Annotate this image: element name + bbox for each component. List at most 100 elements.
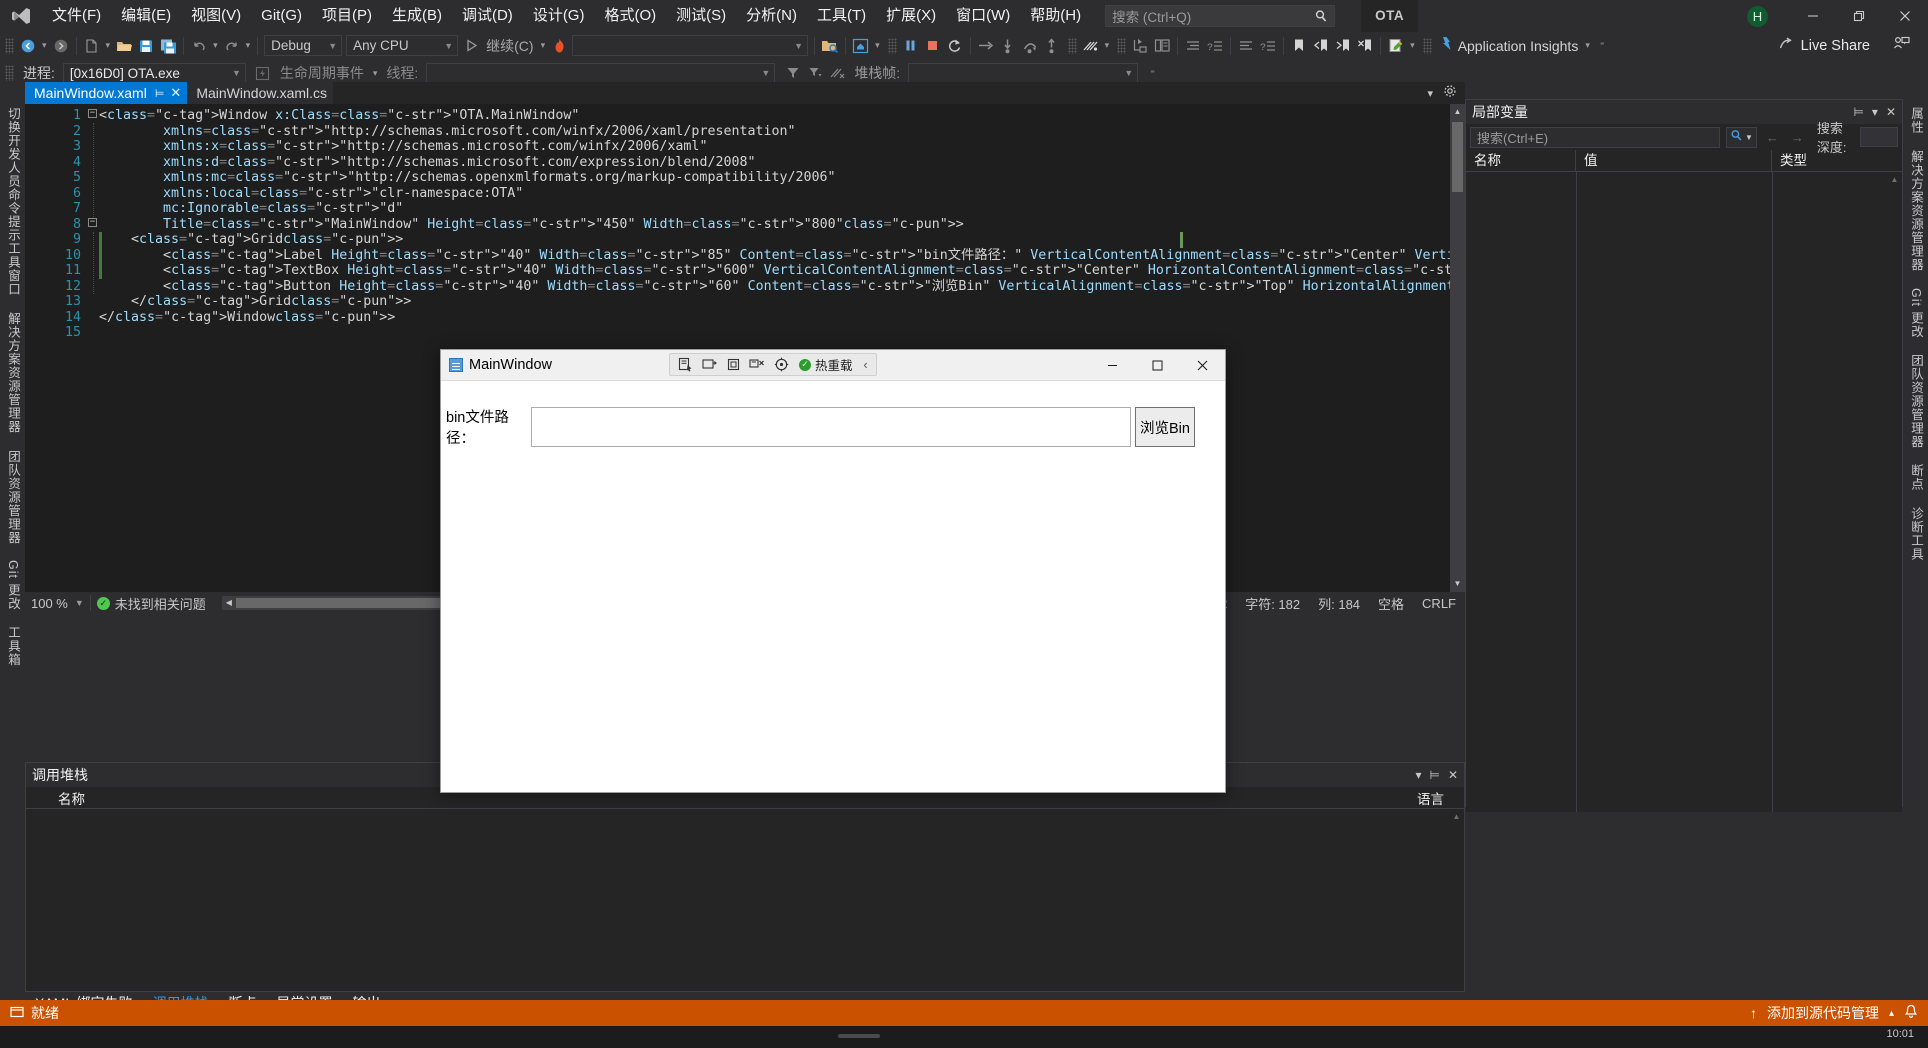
right-rail-tab-2[interactable]: Git 更改 — [1903, 280, 1928, 346]
filter-threads-icon[interactable] — [804, 62, 826, 84]
h-scroll-thumb[interactable] — [235, 598, 466, 608]
code-line-7[interactable]: mc:Ignorable=class="c-str">"d" — [99, 201, 1465, 217]
menu-item-10[interactable]: 分析(N) — [736, 0, 807, 32]
scroll-thumb[interactable] — [1452, 122, 1463, 192]
window-restore-button[interactable] — [1836, 0, 1882, 32]
menu-item-0[interactable]: 文件(F) — [42, 0, 111, 32]
menu-item-1[interactable]: 编辑(E) — [111, 0, 181, 32]
fold-toggle-line1[interactable]: − — [88, 109, 97, 118]
continue-label[interactable]: 继续(C) — [482, 36, 537, 56]
call-stack-col-name[interactable]: 名称 — [26, 788, 85, 808]
locals-vertical-scrollbar[interactable]: ▲ — [1887, 172, 1902, 812]
locals-col-type[interactable]: 类型 — [1772, 150, 1882, 172]
locals-search-input[interactable]: 搜索(Ctrl+E) — [1470, 126, 1720, 148]
notifications-icon[interactable] — [1904, 1004, 1918, 1022]
indent-icon[interactable] — [1182, 35, 1204, 57]
thread-combo[interactable]: ▼ — [426, 62, 776, 84]
collaborate-icon[interactable] — [1893, 36, 1910, 56]
search-depth-input[interactable] — [1860, 127, 1898, 147]
search-prev-button[interactable]: ← — [1763, 130, 1782, 145]
app-insights-overflow[interactable]: ⁼ — [1597, 40, 1608, 51]
scroll-left-arrow[interactable]: ◀ — [222, 596, 236, 610]
live-visual-tree-icon[interactable] — [1129, 35, 1151, 57]
menu-item-11[interactable]: 工具(T) — [807, 0, 876, 32]
toolbar-overflow-icon[interactable]: ⁼ — [1140, 68, 1158, 79]
panel-dropdown-icon[interactable]: ▾ — [1415, 768, 1421, 782]
browse-bin-button[interactable]: 浏览Bin — [1135, 407, 1195, 447]
continue-run-button[interactable] — [460, 35, 482, 57]
close-icon[interactable]: ✕ — [1886, 105, 1896, 119]
menu-item-7[interactable]: 设计(G) — [523, 0, 595, 32]
pin-icon[interactable]: ⊨ — [1429, 768, 1439, 782]
undo-dropdown[interactable]: ▾ — [210, 40, 221, 51]
panel-dropdown-icon[interactable]: ▾ — [1872, 105, 1878, 119]
pause-icon[interactable] — [900, 35, 922, 57]
code-line-10[interactable]: <class="c-tag">Label Height=class="c-str… — [99, 248, 1465, 264]
locals-search-button[interactable]: ▼ — [1726, 126, 1757, 148]
live-preview-icon[interactable] — [850, 35, 872, 57]
code-text[interactable]: <class="c-tag">Window x:Class=class="c-s… — [99, 104, 1465, 341]
source-control-dropdown[interactable]: ▴ — [1889, 1008, 1894, 1019]
menu-item-3[interactable]: Git(G) — [251, 0, 312, 32]
code-line-9[interactable]: <class="c-tag">Gridclass="c-pun">> — [99, 232, 1465, 248]
fold-toggle-line9[interactable]: − — [88, 218, 97, 227]
right-rail-tab-1[interactable]: 解决方案资源管理器 — [1903, 142, 1928, 280]
restart-icon[interactable] — [944, 35, 966, 57]
filter-icon[interactable] — [782, 62, 804, 84]
next-bookmark-icon[interactable] — [1332, 35, 1354, 57]
menu-item-5[interactable]: 生成(B) — [382, 0, 452, 32]
toolbar-grip[interactable] — [5, 37, 14, 54]
browser-select-icon[interactable] — [819, 35, 841, 57]
left-rail-tab-4[interactable]: 工具箱 — [0, 618, 27, 675]
hot-reload-flame-icon[interactable] — [548, 35, 570, 57]
stackframe-combo[interactable]: ▼ — [908, 62, 1139, 84]
no-stack-icon[interactable] — [826, 62, 848, 84]
menu-item-6[interactable]: 调试(D) — [452, 0, 523, 32]
app-insights-dropdown[interactable]: ▾ — [1582, 40, 1593, 51]
redo-dropdown[interactable]: ▾ — [243, 40, 254, 51]
left-rail-tab-1[interactable]: 解决方案资源管理器 — [0, 304, 27, 442]
live-share-label[interactable]: Live Share — [1801, 38, 1870, 54]
lifecycle-events-icon[interactable] — [252, 62, 274, 84]
select-element-icon[interactable] — [674, 355, 696, 374]
intellitrace-dropdown[interactable]: ▾ — [1102, 40, 1113, 51]
menu-item-12[interactable]: 扩展(X) — [876, 0, 946, 32]
xaml-binding-failures-icon[interactable] — [746, 355, 768, 374]
bookmark-icon[interactable] — [1288, 35, 1310, 57]
left-rail-tab-3[interactable]: Git 更改 — [0, 552, 27, 618]
outdent-icon[interactable] — [1235, 35, 1257, 57]
close-icon[interactable]: ✕ — [170, 85, 181, 101]
collapse-toolbar-icon[interactable]: ‹ — [860, 355, 872, 374]
scroll-down-arrow[interactable]: ▼ — [1450, 576, 1465, 592]
comment-icon[interactable]: ? — [1204, 35, 1226, 57]
menu-item-13[interactable]: 窗口(W) — [946, 0, 1020, 32]
editor-tab-mainwindow-xaml[interactable]: MainWindow.xaml ⊨ ✕ — [25, 82, 188, 104]
step-over-icon[interactable] — [1019, 35, 1041, 57]
step-out-icon[interactable] — [1041, 35, 1063, 57]
navigate-back-dropdown[interactable]: ▾ — [39, 40, 50, 51]
configuration-combo[interactable]: Debug ▼ — [264, 35, 343, 56]
wpf-close-button[interactable] — [1180, 350, 1225, 380]
code-line-5[interactable]: xmlns:mc=class="c-str">"http://schemas.o… — [99, 170, 1465, 186]
code-line-11[interactable]: <class="c-tag">TextBox Height=class="c-s… — [99, 263, 1465, 279]
live-property-explorer-icon[interactable] — [1151, 35, 1173, 57]
scroll-up-arrow[interactable]: ▲ — [1450, 104, 1465, 120]
toolbar-grip-4[interactable] — [1117, 37, 1127, 54]
call-stack-scrollbar[interactable]: ▲ — [1449, 809, 1464, 989]
code-line-14[interactable]: </class="c-tag">Windowclass="c-pun">> — [99, 310, 1465, 326]
feedback-icon[interactable] — [1385, 35, 1407, 57]
left-rail-tab-2[interactable]: 团队资源管理器 — [0, 442, 27, 553]
continue-dropdown[interactable]: ▾ — [538, 40, 549, 51]
new-file-icon[interactable] — [81, 35, 103, 57]
issues-indicator[interactable]: ✓ 未找到相关问题 — [91, 594, 212, 613]
hot-reload-status[interactable]: ✓ 热重载 — [794, 355, 858, 374]
intellitrace-icon[interactable] — [1080, 35, 1102, 57]
account-avatar[interactable]: H — [1747, 5, 1768, 27]
code-line-8[interactable]: Title=class="c-str">"MainWindow" Height=… — [99, 217, 1465, 233]
wpf-main-window[interactable]: MainWindow ✓ 热重载 ‹ bin文件路径： 浏览Bin — [440, 349, 1226, 793]
lifecycle-dropdown[interactable]: ▾ — [370, 68, 381, 79]
live-preview-dropdown[interactable]: ▾ — [872, 40, 883, 51]
code-line-12[interactable]: <class="c-tag">Button Height=class="c-st… — [99, 279, 1465, 295]
stop-icon[interactable] — [922, 35, 944, 57]
settings-icon[interactable] — [1443, 84, 1457, 102]
